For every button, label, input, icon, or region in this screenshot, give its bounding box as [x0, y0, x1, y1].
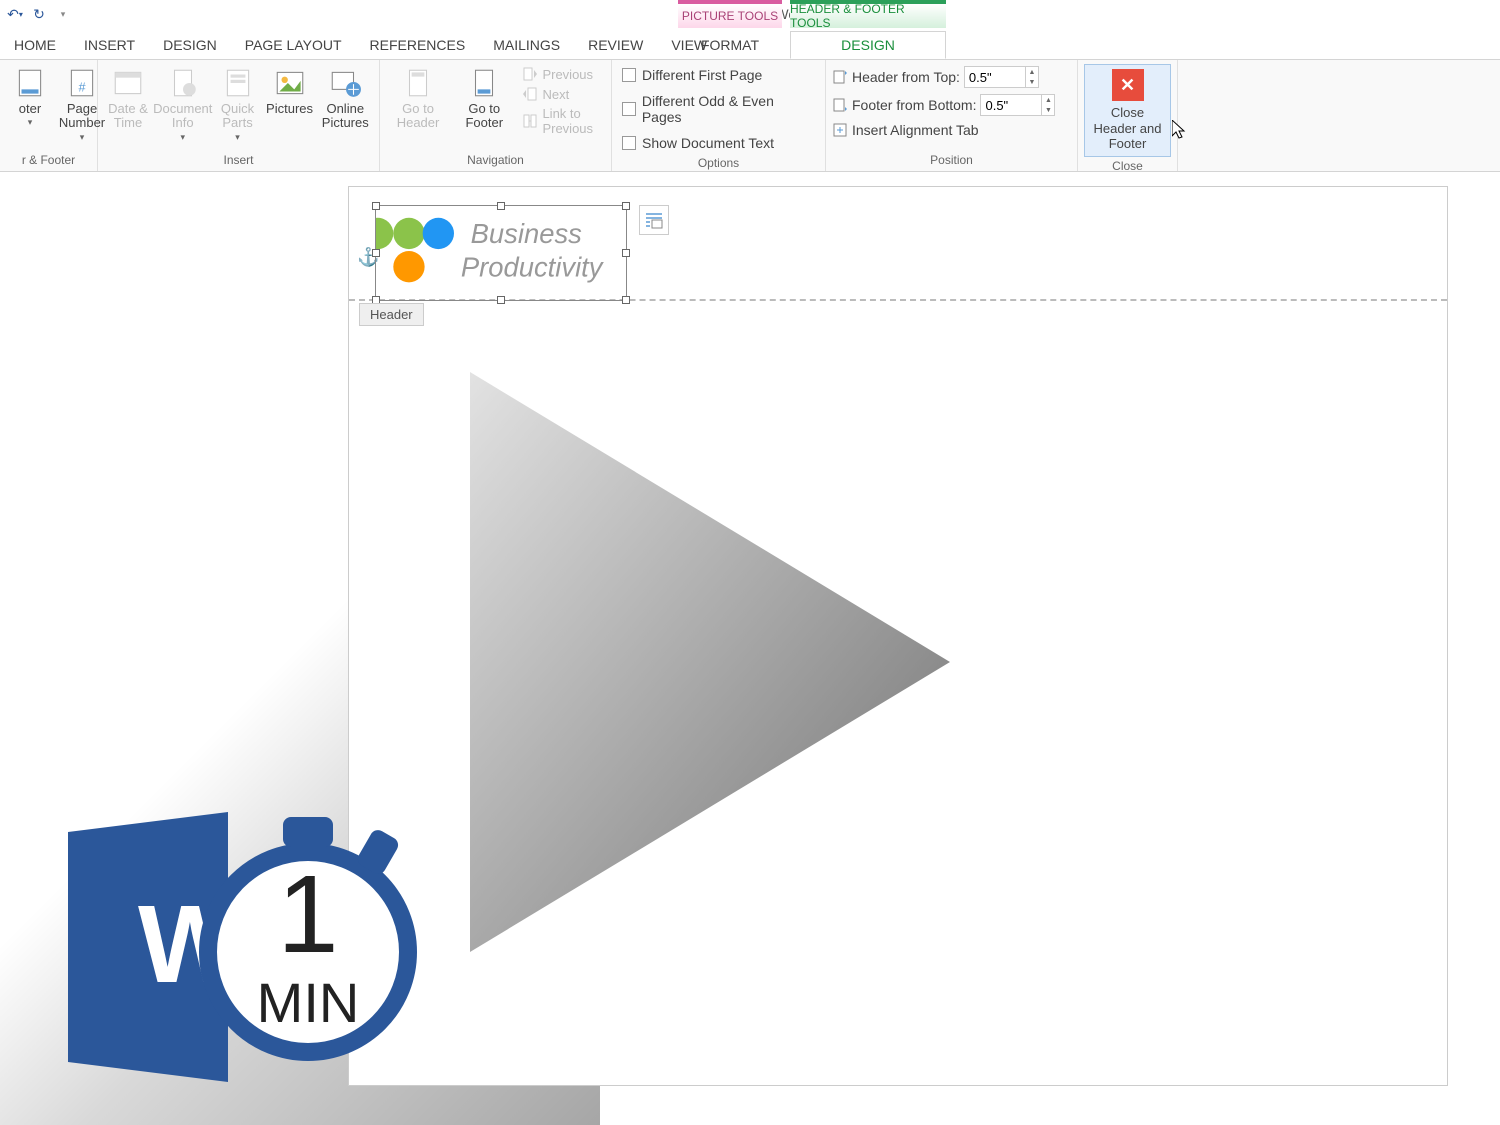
tab-design-context[interactable]: DESIGN [790, 31, 946, 59]
goto-header-button[interactable]: Go to Header [386, 64, 450, 133]
svg-text:Productivity: Productivity [461, 252, 605, 283]
insert-alignment-tab-button[interactable]: Insert Alignment Tab [832, 120, 979, 140]
next-button[interactable]: Next [518, 84, 605, 104]
context-tab-header-footer-tools: HEADER & FOOTER TOOLS [790, 0, 946, 28]
svg-text:Business: Business [471, 218, 583, 249]
show-document-text-checkbox[interactable]: Show Document Text [618, 132, 778, 154]
svg-text:MIN: MIN [257, 971, 360, 1034]
ribbon-tabs: PICTURE TOOLS HEADER & FOOTER TOOLS HOME… [0, 28, 1500, 60]
header-label-tab: Header [359, 303, 424, 326]
ribbon: oter▾ # Page Number▾ r & Footer Date & T… [0, 60, 1500, 172]
page[interactable]: ⚓ Business Productivity Header [348, 186, 1448, 1086]
group-label-options: Options [618, 154, 819, 172]
different-odd-even-checkbox[interactable]: Different Odd & Even Pages [618, 90, 819, 128]
group-label-navigation: Navigation [386, 151, 605, 169]
undo-button[interactable]: ↶▾ [6, 5, 24, 23]
online-pictures-button[interactable]: Online Pictures [318, 64, 373, 133]
tab-format[interactable]: FORMAT [678, 31, 782, 59]
group-label-position: Position [832, 151, 1071, 169]
svg-text:#: # [78, 80, 86, 95]
previous-button[interactable]: Previous [518, 64, 605, 84]
tab-page-layout[interactable]: PAGE LAYOUT [231, 31, 356, 59]
header-from-top-icon [832, 69, 848, 85]
footer-from-bottom-label: Footer from Bottom: [852, 97, 976, 113]
link-previous-button[interactable]: Link to Previous [518, 104, 605, 138]
context-tab-picture-tools: PICTURE TOOLS [678, 0, 782, 28]
document-area: ⚓ Business Productivity Header [0, 172, 1500, 1125]
quick-parts-button[interactable]: Quick Parts▾ [214, 64, 262, 145]
tab-home[interactable]: HOME [0, 31, 70, 59]
group-label-insert: Insert [104, 151, 373, 169]
close-header-footer-button[interactable]: ✕ Close Header and Footer [1084, 64, 1171, 157]
svg-text:1: 1 [277, 853, 338, 976]
footer-button[interactable]: oter▾ [6, 64, 54, 130]
different-first-page-checkbox[interactable]: Different First Page [618, 64, 766, 86]
layout-options-button[interactable] [639, 205, 669, 235]
tab-references[interactable]: REFERENCES [356, 31, 480, 59]
date-time-button[interactable]: Date & Time [104, 64, 152, 133]
header-from-top-spinner[interactable]: ▲▼ [964, 66, 1039, 88]
tab-review[interactable]: REVIEW [574, 31, 657, 59]
selected-picture[interactable]: Business Productivity [375, 205, 627, 301]
close-icon: ✕ [1112, 69, 1144, 101]
group-label-header-footer: r & Footer [6, 151, 91, 169]
tab-design[interactable]: DESIGN [149, 31, 231, 59]
tab-insert[interactable]: INSERT [70, 31, 149, 59]
redo-button[interactable]: ↻ [30, 5, 48, 23]
pictures-button[interactable]: Pictures [266, 64, 314, 118]
word-timer-badge: W 1 MIN [68, 802, 428, 1102]
tab-mailings[interactable]: MAILINGS [479, 31, 574, 59]
qat-customize[interactable]: ▾ [54, 5, 72, 23]
document-info-button[interactable]: Document Info▾ [156, 64, 210, 145]
goto-footer-button[interactable]: Go to Footer [454, 64, 514, 133]
header-zone[interactable]: ⚓ Business Productivity [349, 187, 1447, 301]
footer-from-bottom-spinner[interactable]: ▲▼ [980, 94, 1055, 116]
footer-from-bottom-icon [832, 97, 848, 113]
header-from-top-label: Header from Top: [852, 69, 960, 85]
